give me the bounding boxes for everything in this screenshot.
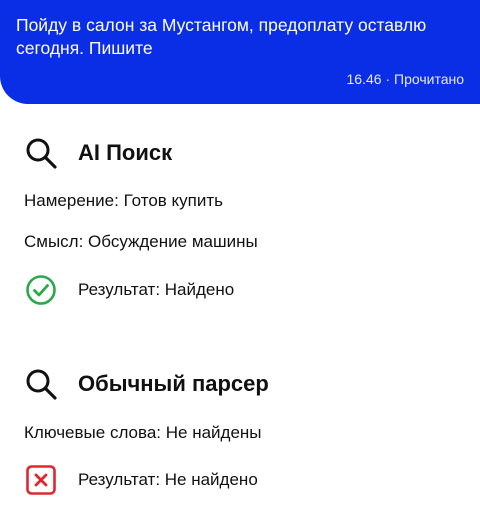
meta-separator: · bbox=[385, 71, 391, 87]
parser-result-text: Результат: Не найдено bbox=[78, 470, 258, 489]
chat-analysis-page: Пойду в салон за Мустангом, предоплату о… bbox=[0, 0, 480, 527]
message-text: Пойду в салон за Мустангом, предоплату о… bbox=[16, 15, 427, 58]
intent-line: Намерение: Готов купить bbox=[24, 191, 223, 210]
parser-header: Обычный парсер bbox=[24, 367, 269, 401]
ai-search-title: AI Поиск bbox=[78, 140, 173, 165]
read-status: Прочитано bbox=[394, 71, 464, 87]
ai-search-header: AI Поиск bbox=[24, 136, 172, 170]
keywords-line: Ключевые слова: Не найдены bbox=[24, 423, 262, 442]
parser-title: Обычный парсер bbox=[78, 371, 269, 396]
parser-result-row: Результат: Не найдено bbox=[24, 463, 258, 497]
search-icon bbox=[26, 369, 57, 400]
message-time: 16.46 bbox=[346, 71, 382, 87]
ai-result-text: Результат: Найдено bbox=[78, 280, 235, 299]
search-icon bbox=[26, 138, 57, 169]
ai-result-row: Результат: Найдено bbox=[24, 273, 234, 307]
message-meta: 16.46 · Прочитано bbox=[347, 70, 465, 88]
check-circle-icon bbox=[26, 275, 56, 305]
meaning-line: Смысл: Обсуждение машины bbox=[24, 232, 258, 251]
x-square-icon bbox=[26, 465, 56, 495]
message-bubble[interactable]: Пойду в салон за Мустангом, предоплату о… bbox=[0, 0, 480, 104]
